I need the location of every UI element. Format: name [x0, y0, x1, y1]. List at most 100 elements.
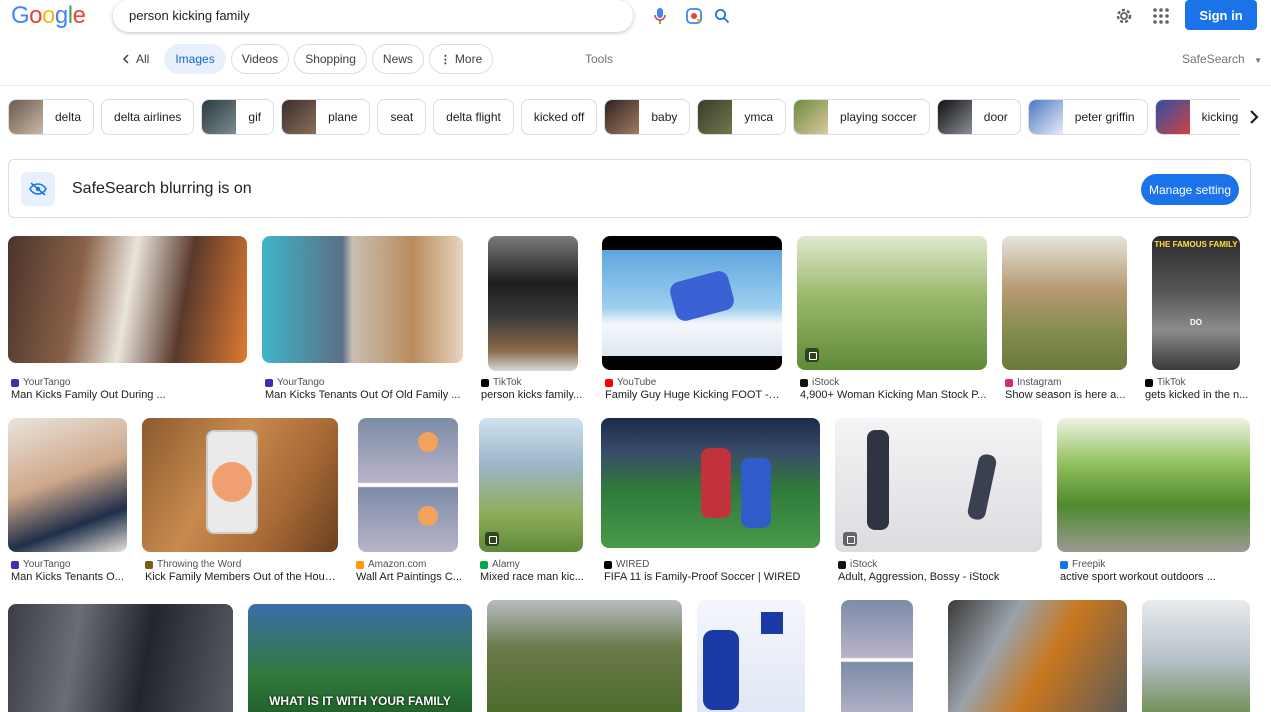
result-thumbnail[interactable]	[487, 600, 682, 712]
result-thumbnail[interactable]: WHAT IS IT WITH YOUR FAMILY	[248, 604, 472, 712]
apps-grid-icon[interactable]	[1150, 5, 1172, 27]
result-source[interactable]: Freepik	[1060, 559, 1105, 570]
image-result[interactable]	[948, 600, 1128, 712]
chip[interactable]: baby	[604, 99, 691, 135]
image-result[interactable]: TikTok person kicks family...	[478, 236, 588, 406]
microphone-icon[interactable]	[650, 6, 670, 26]
image-result[interactable]: WHAT IS IT WITH YOUR FAMILY	[248, 604, 473, 712]
chip[interactable]: delta flight	[433, 99, 514, 135]
result-thumbnail[interactable]	[797, 236, 987, 370]
chip[interactable]: peter griffin	[1027, 99, 1148, 135]
result-thumbnail[interactable]	[1057, 418, 1250, 552]
image-result[interactable]	[697, 600, 807, 712]
image-result[interactable]: Alamy Mixed race man kic...	[477, 418, 587, 588]
result-thumbnail[interactable]	[8, 604, 233, 712]
sign-in-button[interactable]: Sign in	[1185, 0, 1257, 30]
result-title[interactable]: Family Guy Huge Kicking FOOT - Y...	[605, 389, 782, 401]
result-source[interactable]: TikTok	[481, 377, 522, 388]
tab-images[interactable]: Images	[164, 44, 226, 74]
image-result[interactable]: Instagram Show season is here a...	[1002, 236, 1128, 406]
result-title[interactable]: Show season is here a...	[1005, 389, 1127, 401]
chip[interactable]: ymca	[697, 99, 787, 135]
result-thumbnail[interactable]	[601, 418, 820, 548]
result-title[interactable]: gets kicked in the n...	[1145, 389, 1251, 401]
chip[interactable]: door	[936, 99, 1021, 135]
result-title[interactable]: Man Kicks Family Out During ...	[11, 389, 247, 401]
image-result[interactable]: Amazon.com Wall Art Paintings C...	[353, 418, 463, 588]
result-title[interactable]: Wall Art Paintings C...	[356, 571, 462, 583]
result-title[interactable]: person kicks family...	[481, 389, 587, 401]
result-title[interactable]: Adult, Aggression, Bossy - iStock	[838, 571, 1042, 583]
image-result[interactable]: iStock 4,900+ Woman Kicking Man Stock P.…	[797, 236, 988, 406]
image-result[interactable]: YouTube Family Guy Huge Kicking FOOT - Y…	[602, 236, 783, 406]
result-source[interactable]: TikTok	[1145, 377, 1186, 388]
google-logo[interactable]: Google	[11, 2, 86, 30]
chip[interactable]: playing soccer	[793, 99, 930, 135]
image-result[interactable]: YourTango Man Kicks Tenants O...	[8, 418, 128, 588]
result-thumbnail[interactable]	[602, 236, 782, 370]
image-result[interactable]: iStock Adult, Aggression, Bossy - iStock	[835, 418, 1043, 588]
result-source[interactable]: YourTango	[265, 377, 324, 388]
image-result[interactable]: WIRED FIFA 11 is Family-Proof Soccer | W…	[601, 418, 821, 588]
result-thumbnail[interactable]	[488, 236, 578, 371]
result-thumbnail[interactable]	[948, 600, 1127, 712]
result-source[interactable]: Throwing the Word	[145, 559, 241, 570]
result-source[interactable]: Instagram	[1005, 377, 1061, 388]
chip[interactable]: gif	[201, 99, 275, 135]
result-thumbnail[interactable]: THE FAMOUS FAMILY DO	[1152, 236, 1240, 370]
result-source[interactable]: YouTube	[605, 377, 656, 388]
image-result[interactable]	[8, 604, 234, 712]
result-thumbnail[interactable]	[8, 418, 127, 552]
safesearch-menu[interactable]: SafeSearch ▼	[1182, 52, 1262, 66]
result-thumbnail[interactable]	[697, 600, 805, 712]
tools-button[interactable]: Tools	[585, 52, 613, 66]
chip[interactable]: kicked off	[520, 99, 598, 135]
result-thumbnail[interactable]	[1142, 600, 1250, 712]
image-result[interactable]	[1142, 600, 1252, 712]
chip[interactable]: seat	[377, 99, 427, 135]
result-source[interactable]: YourTango	[11, 377, 70, 388]
result-thumbnail[interactable]	[841, 600, 913, 712]
gear-icon[interactable]	[1113, 5, 1135, 27]
chip[interactable]: plane	[281, 99, 371, 135]
image-result[interactable]: Freepik active sport workout outdoors ..…	[1057, 418, 1251, 588]
search-box[interactable]: person kicking family	[113, 0, 730, 32]
result-source[interactable]: Alamy	[480, 559, 520, 570]
image-result[interactable]	[487, 600, 683, 712]
result-source[interactable]: iStock	[800, 377, 839, 388]
image-result[interactable]: YourTango Man Kicks Tenants Out Of Old F…	[262, 236, 464, 406]
image-result[interactable]	[821, 600, 934, 712]
result-title[interactable]: 4,900+ Woman Kicking Man Stock P...	[800, 389, 987, 401]
tab-shopping[interactable]: Shopping	[294, 44, 367, 74]
result-thumbnail[interactable]	[8, 236, 247, 363]
chip[interactable]: delta	[8, 99, 95, 135]
result-thumbnail[interactable]	[835, 418, 1042, 552]
search-input[interactable]: person kicking family	[129, 8, 250, 23]
image-result[interactable]: THE FAMOUS FAMILY DO TikTok gets kicked …	[1142, 236, 1252, 406]
chip[interactable]: delta airlines	[101, 99, 195, 135]
tab-videos[interactable]: Videos	[230, 44, 290, 74]
result-title[interactable]: active sport workout outdoors ...	[1060, 571, 1250, 583]
image-result[interactable]: YourTango Man Kicks Family Out During ..…	[8, 236, 248, 406]
result-title[interactable]: Man Kicks Tenants O...	[11, 571, 127, 583]
result-source[interactable]: Amazon.com	[356, 559, 426, 570]
search-icon[interactable]	[712, 6, 732, 26]
chevron-right-icon[interactable]	[1240, 103, 1268, 131]
image-result[interactable]: Throwing the Word Kick Family Members Ou…	[142, 418, 339, 588]
result-title[interactable]: FIFA 11 is Family-Proof Soccer | WIRED	[604, 571, 820, 583]
chip[interactable]: kicking foot	[1154, 99, 1240, 135]
tab-news[interactable]: News	[371, 44, 424, 74]
result-title[interactable]: Mixed race man kic...	[480, 571, 586, 583]
result-thumbnail[interactable]	[262, 236, 463, 363]
result-thumbnail[interactable]	[1002, 236, 1127, 370]
result-source[interactable]: YourTango	[11, 559, 70, 570]
result-source[interactable]: WIRED	[604, 559, 649, 570]
lens-icon[interactable]	[684, 6, 704, 26]
result-thumbnail[interactable]	[479, 418, 583, 552]
tab-all[interactable]: All	[118, 44, 154, 74]
result-source[interactable]: iStock	[838, 559, 877, 570]
result-title[interactable]: Man Kicks Tenants Out Of Old Family ...	[265, 389, 463, 401]
manage-setting-button[interactable]: Manage setting	[1141, 174, 1239, 205]
result-thumbnail[interactable]	[358, 418, 458, 552]
result-title[interactable]: Kick Family Members Out of the Hous...	[145, 571, 338, 583]
